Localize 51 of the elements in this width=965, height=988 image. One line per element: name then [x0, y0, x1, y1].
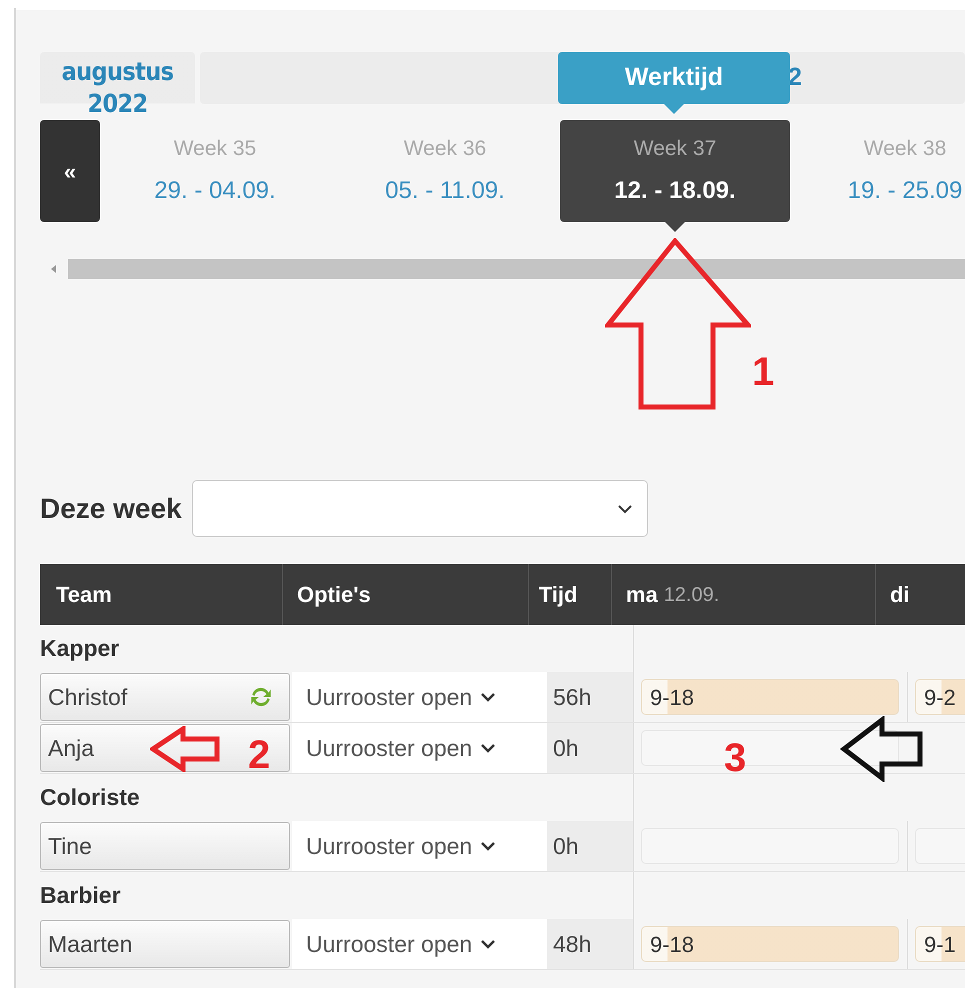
week-number: Week 38 — [864, 136, 946, 162]
column-header: Tijd — [528, 564, 612, 625]
option-select[interactable]: Uurrooster open — [292, 821, 547, 871]
option-select[interactable]: Uurrooster open — [292, 723, 547, 773]
group-label: Coloriste — [40, 783, 141, 812]
tooltip-pointer — [665, 222, 685, 232]
column-header: Team — [40, 564, 283, 625]
chevron-down-icon — [480, 692, 496, 702]
chevron-down-icon — [480, 743, 496, 753]
scrollbar-thumb[interactable] — [68, 259, 965, 279]
week-select-field[interactable] — [192, 480, 648, 537]
column-header: di — [876, 564, 965, 625]
week-range: 19. - 25.09 — [848, 176, 962, 206]
week-number: Week 36 — [404, 136, 486, 162]
annotation-number: 3 — [724, 738, 746, 778]
previous-button[interactable]: « — [40, 120, 100, 222]
shift-bar[interactable]: 9-2 — [915, 679, 965, 715]
left-arrow-icon — [150, 726, 220, 772]
week-range: 05. - 11.09. — [385, 176, 505, 206]
chevron-down-icon — [480, 939, 496, 949]
week-item[interactable]: Week 37 12. - 18.09. — [560, 120, 790, 222]
member-button[interactable]: Christof — [40, 673, 290, 721]
up-arrow-icon — [605, 238, 751, 410]
shift-bar[interactable]: 9-18 — [641, 926, 899, 962]
group-label: Kapper — [40, 634, 120, 664]
week-number: Week 35 — [174, 136, 256, 162]
option-select[interactable]: Uurrooster open — [292, 672, 547, 722]
member-button[interactable]: Tine — [40, 822, 290, 870]
werktijd-tooltip: Werktijd — [558, 52, 790, 104]
shift-bar[interactable]: 9-18 — [641, 679, 899, 715]
week-range: 12. - 18.09. — [614, 176, 736, 206]
column-header: ma 12.09. — [612, 564, 876, 625]
shift-bar[interactable]: 9-1 — [915, 926, 965, 962]
month-tab-fragment: 2 — [788, 62, 802, 94]
chevron-down-icon — [616, 504, 633, 514]
left-arrow-icon — [840, 716, 924, 782]
time-cell: 0h — [547, 821, 633, 871]
time-cell: 0h — [547, 723, 633, 773]
option-select[interactable]: Uurrooster open — [292, 919, 547, 969]
annotation-number: 1 — [752, 352, 774, 392]
chevron-down-icon — [480, 841, 496, 851]
annotation-number: 2 — [248, 735, 270, 775]
week-range: 29. - 04.09. — [154, 176, 276, 206]
week-number: Week 37 — [634, 136, 716, 162]
select-label: Deze week — [40, 492, 182, 526]
tooltip-pointer — [664, 104, 684, 114]
time-cell: 56h — [547, 672, 633, 722]
column-header: Optie's — [282, 564, 529, 625]
group-label: Barbier — [40, 881, 122, 910]
member-button[interactable]: Maarten — [40, 920, 290, 968]
time-cell: 48h — [547, 919, 633, 969]
